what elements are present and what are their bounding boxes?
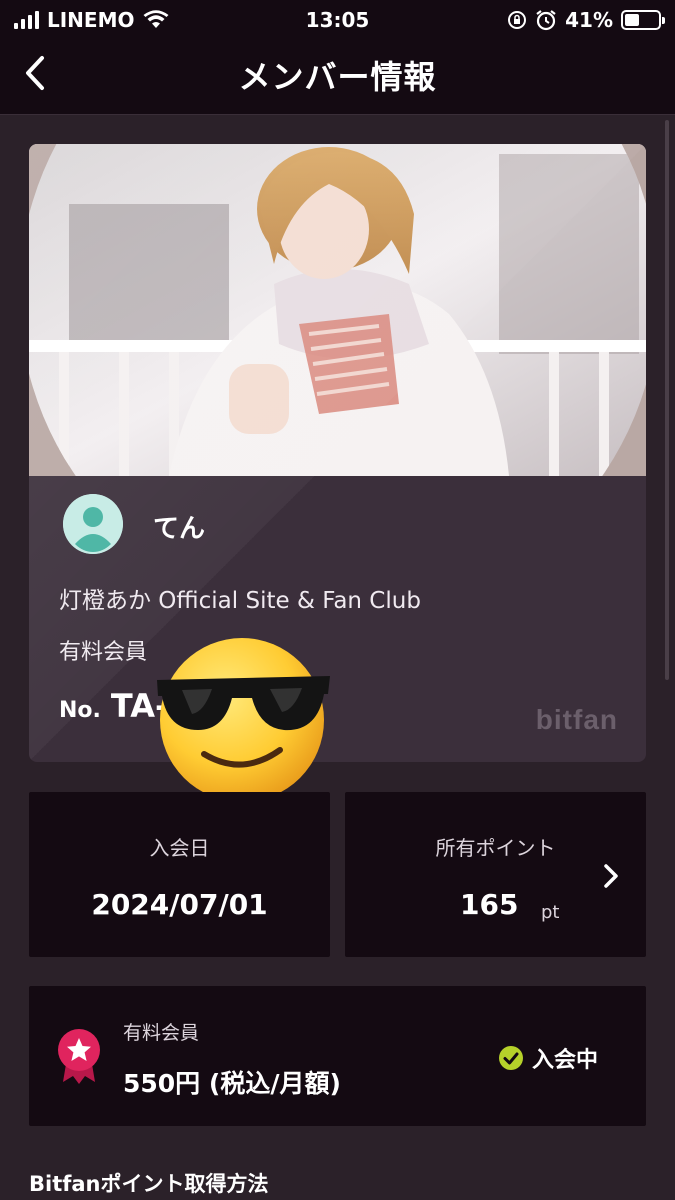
status-bar: LINEMO 13:05 41% — [0, 0, 675, 40]
rotation-lock-icon — [508, 11, 527, 29]
sunglasses-emoji-sticker — [157, 638, 330, 802]
plan-status: 入会中 — [498, 1042, 598, 1074]
club-name: 灯橙あか Official Site & Fan Club — [59, 588, 421, 614]
chevron-right-icon — [604, 864, 618, 888]
nav-bar: メンバー情報 — [0, 40, 675, 115]
plan-price: 550円 (税込/月額) — [123, 1069, 341, 1098]
points-box[interactable]: 所有ポイント 165 pt — [345, 792, 646, 957]
avatar — [63, 494, 123, 554]
join-date-value: 2024/07/01 — [91, 888, 268, 921]
membership-plan-box: 有料会員 550円 (税込/月額) 入会中 — [29, 986, 646, 1126]
join-date-label: 入会日 — [149, 836, 210, 860]
status-right: 41% — [507, 8, 665, 32]
section-heading: Bitfanポイント取得方法 — [29, 1172, 269, 1196]
check-circle-icon — [498, 1046, 523, 1070]
member-number-label: No. — [59, 698, 101, 723]
user-icon — [63, 494, 123, 554]
artist-photo — [29, 144, 646, 476]
points-unit: pt — [541, 902, 560, 923]
member-name: てん — [153, 514, 206, 544]
alarm-icon — [536, 10, 556, 31]
member-card: てん 灯橙あか Official Site & Fan Club 有料会員 No… — [29, 144, 646, 762]
points-value: 165 — [460, 888, 519, 921]
points-label: 所有ポイント — [435, 836, 556, 860]
plan-status-label: 入会中 — [531, 1048, 598, 1073]
page-title: メンバー情報 — [238, 58, 437, 96]
star-badge-icon — [58, 1029, 100, 1084]
bitfan-logo: bitfan — [535, 704, 618, 735]
battery-percent: 41% — [565, 8, 613, 32]
plan-label: 有料会員 — [123, 1022, 200, 1044]
member-type: 有料会員 — [59, 640, 148, 665]
join-date-box: 入会日 2024/07/01 — [29, 792, 330, 957]
scroll-indicator[interactable] — [665, 120, 669, 680]
member-info-screen: LINEMO 13:05 41% メンバー情報 てん 灯橙あか Official… — [0, 0, 675, 1200]
battery-icon — [621, 10, 665, 30]
